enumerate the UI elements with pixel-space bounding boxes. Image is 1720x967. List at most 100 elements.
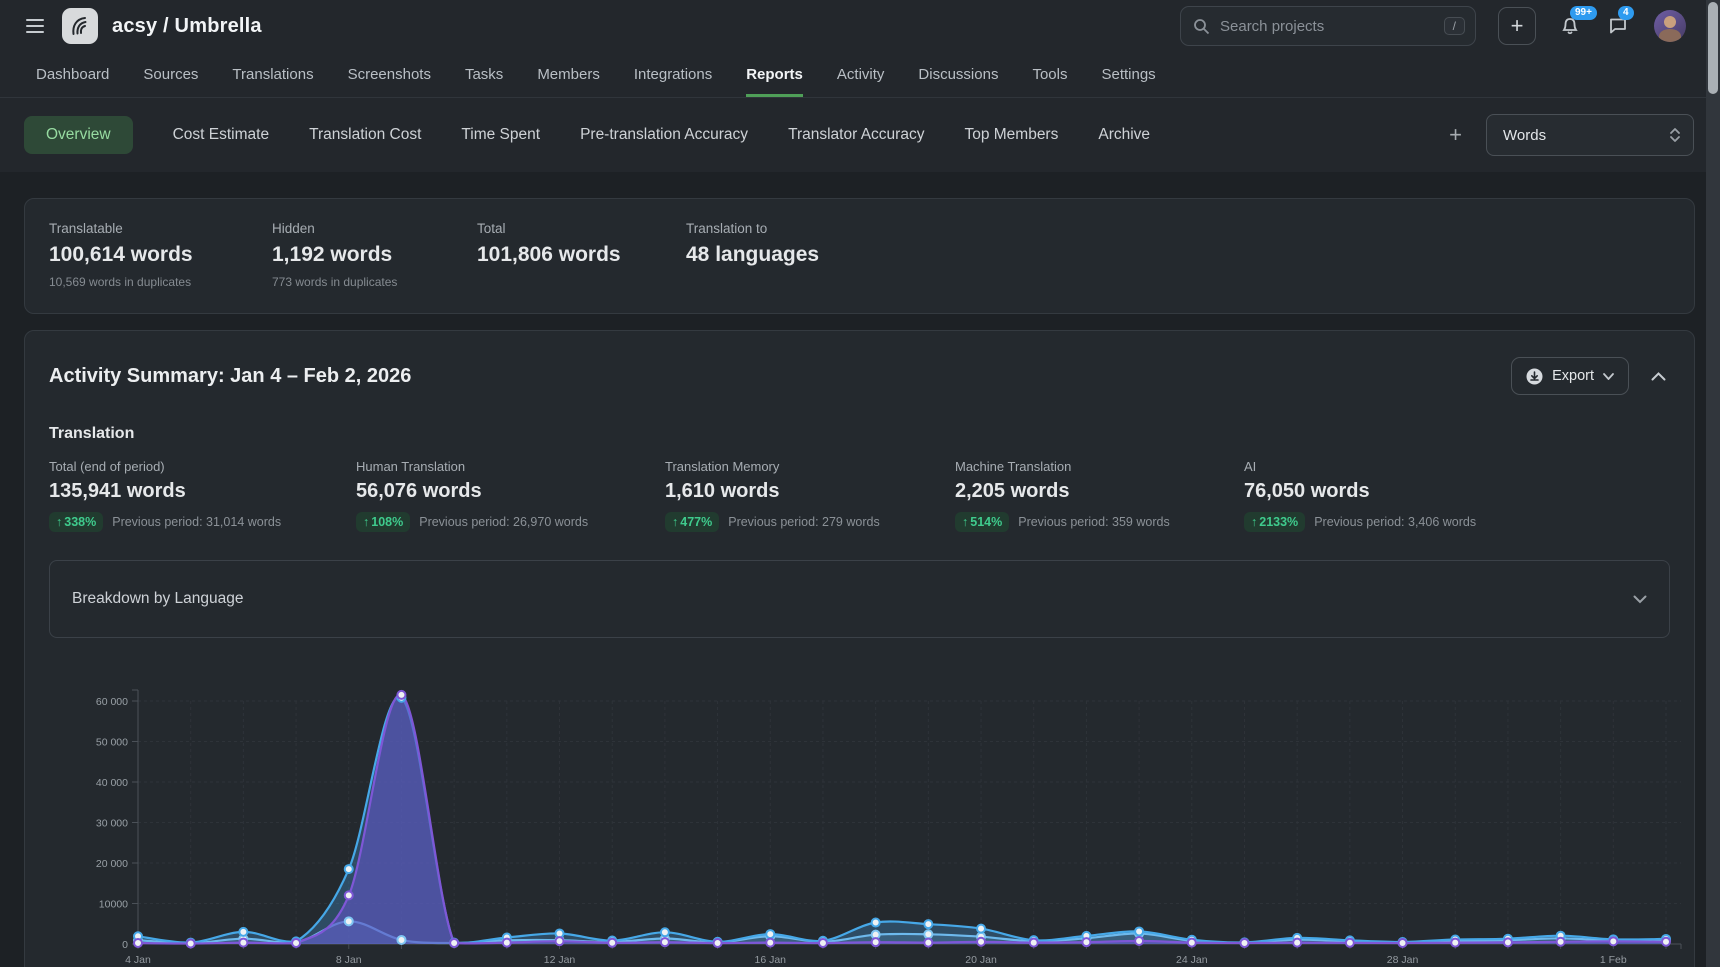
report-tab-translator-accuracy[interactable]: Translator Accuracy <box>788 116 924 154</box>
nav-tab-settings[interactable]: Settings <box>1101 52 1155 97</box>
unit-select[interactable]: Words <box>1486 114 1694 156</box>
search-input[interactable] <box>1218 17 1436 36</box>
summary-stat-translatable: Translatable100,614 words10,569 words in… <box>49 221 272 289</box>
activity-summary-card: Activity Summary: Jan 4 – Feb 2, 2026 Ex… <box>24 330 1695 967</box>
activity-head: Activity Summary: Jan 4 – Feb 2, 2026 Ex… <box>49 357 1670 395</box>
summary-stat-value: 101,806 words <box>477 243 686 267</box>
translation-stat-label: Total (end of period) <box>49 459 356 474</box>
nav-tab-activity[interactable]: Activity <box>837 52 885 97</box>
delta-value: 338% <box>64 515 96 529</box>
svg-text:20 000: 20 000 <box>96 858 128 870</box>
export-button[interactable]: Export <box>1511 357 1629 395</box>
report-tab-top-members[interactable]: Top Members <box>964 116 1058 154</box>
select-arrows-icon <box>1669 126 1681 144</box>
notifications-button[interactable]: 99+ <box>1558 13 1584 39</box>
unit-select-value: Words <box>1503 127 1546 144</box>
previous-period-text: Previous period: 3,406 words <box>1314 515 1476 529</box>
arrow-up-icon: ↑ <box>672 515 678 529</box>
translation-stat-label: Machine Translation <box>955 459 1244 474</box>
summary-stat-label: Translation to <box>686 221 1670 236</box>
scrollbar-thumb[interactable] <box>1708 2 1718 94</box>
summary-stat-label: Total <box>477 221 686 236</box>
nav-tab-members[interactable]: Members <box>537 52 600 97</box>
head-actions: Export <box>1511 357 1670 395</box>
translation-stat-meta: ↑477%Previous period: 279 words <box>665 512 955 532</box>
report-tab-time-spent[interactable]: Time Spent <box>461 116 540 154</box>
topbar: acsy / Umbrella / + 99+ <box>0 0 1720 52</box>
translation-stat-value: 56,076 words <box>356 480 665 503</box>
chevron-down-icon <box>1633 595 1647 604</box>
app-logo[interactable] <box>62 8 98 44</box>
translation-stat-meta: ↑108%Previous period: 26,970 words <box>356 512 665 532</box>
export-label: Export <box>1552 368 1594 384</box>
nav-tab-translations[interactable]: Translations <box>232 52 313 97</box>
delta-value: 477% <box>680 515 712 529</box>
report-tab-cost-estimate[interactable]: Cost Estimate <box>173 116 269 154</box>
bird-logo-icon <box>68 14 92 38</box>
delta-badge: ↑514% <box>955 512 1009 532</box>
nav-tab-screenshots[interactable]: Screenshots <box>348 52 431 97</box>
report-tab-overview[interactable]: Overview <box>24 116 133 154</box>
translation-stat-translation-memory: Translation Memory 1,610 words ↑477%Previo… <box>665 459 955 532</box>
collapse-section-button[interactable] <box>1647 365 1670 388</box>
primary-nav: Dashboard Sources Translations Screenshots T… <box>0 52 1720 98</box>
translation-stat-total-end-of-period: Total (end of period) 135,941 words ↑338% P… <box>49 459 356 532</box>
add-report-tab-button[interactable]: + <box>1439 118 1472 152</box>
add-project-button[interactable]: + <box>1498 7 1536 45</box>
download-icon <box>1526 368 1543 385</box>
report-tab-translation-cost[interactable]: Translation Cost <box>309 116 421 154</box>
nav-tab-discussions[interactable]: Discussions <box>918 52 998 97</box>
previous-period-text: Previous period: 31,014 words <box>112 515 281 529</box>
svg-text:20 Jan: 20 Jan <box>965 954 997 966</box>
report-tabs-row: Overview Cost Estimate Translation Cost Tim… <box>0 98 1720 172</box>
nav-tab-tools[interactable]: Tools <box>1032 52 1067 97</box>
svg-text:0: 0 <box>122 939 128 951</box>
summary-stat-translation-to: Translation to48 languages <box>686 221 1670 289</box>
translation-stat-meta: ↑338% Previous period: 31,014 words <box>49 512 356 532</box>
messages-badge: 4 <box>1618 6 1634 20</box>
svg-text:50 000: 50 000 <box>96 737 128 749</box>
summary-stat-total: Total 101,806 words <box>477 221 686 289</box>
avatar[interactable] <box>1654 10 1686 42</box>
svg-text:28 Jan: 28 Jan <box>1387 954 1419 966</box>
previous-period-text: Previous period: 26,970 words <box>419 515 588 529</box>
delta-badge: ↑477% <box>665 512 719 532</box>
activity-area-chart: 01000020 00030 00040 00050 00060 0004 Ja… <box>49 660 1695 967</box>
svg-text:60 000: 60 000 <box>96 696 128 708</box>
report-tab-pre-translation-accuracy[interactable]: Pre-translation Accuracy <box>580 116 748 154</box>
translation-stat-value: 1,610 words <box>665 480 955 503</box>
nav-tab-sources[interactable]: Sources <box>143 52 198 97</box>
scrollbar-track[interactable] <box>1706 0 1720 967</box>
summary-stat-subtext: 10,569 words in duplicates <box>49 275 272 289</box>
summary-stat-subtext: 773 words in duplicates <box>272 275 477 289</box>
nav-tab-dashboard[interactable]: Dashboard <box>36 52 109 97</box>
translation-stat-label: AI <box>1244 459 1670 474</box>
translation-stat-human-translation: Human Translation56,076 words↑108%Previo… <box>356 459 665 532</box>
delta-badge: ↑338% <box>49 512 103 532</box>
translation-section-title: Translation <box>49 425 1670 443</box>
nav-tab-reports[interactable]: Reports <box>746 52 803 97</box>
nav-tab-tasks[interactable]: Tasks <box>465 52 503 97</box>
svg-text:1 Feb: 1 Feb <box>1600 954 1627 966</box>
svg-text:30 000: 30 000 <box>96 818 128 830</box>
summary-stat-label: Hidden <box>272 221 477 236</box>
project-words-summary-card: Translatable100,614 words10,569 words in… <box>24 198 1695 314</box>
arrow-up-icon: ↑ <box>56 515 62 529</box>
caret-down-icon <box>1603 373 1614 380</box>
search-box[interactable]: / <box>1180 6 1476 46</box>
breakdown-by-language-toggle[interactable]: Breakdown by Language <box>49 560 1670 638</box>
translation-stat-value: 135,941 words <box>49 480 356 503</box>
translation-stat-label: Translation Memory <box>665 459 955 474</box>
arrow-up-icon: ↑ <box>962 515 968 529</box>
breakdown-label: Breakdown by Language <box>72 590 244 608</box>
svg-text:4 Jan: 4 Jan <box>125 954 151 966</box>
menu-icon[interactable] <box>22 13 48 39</box>
messages-button[interactable]: 4 <box>1606 13 1632 39</box>
search-shortcut-key: / <box>1444 17 1465 35</box>
content: Translatable100,614 words10,569 words in… <box>0 198 1720 967</box>
nav-tab-integrations[interactable]: Integrations <box>634 52 712 97</box>
translation-stat-value: 2,205 words <box>955 480 1244 503</box>
report-tab-archive[interactable]: Archive <box>1098 116 1150 154</box>
arrow-up-icon: ↑ <box>1251 515 1257 529</box>
svg-text:10000: 10000 <box>99 899 128 911</box>
